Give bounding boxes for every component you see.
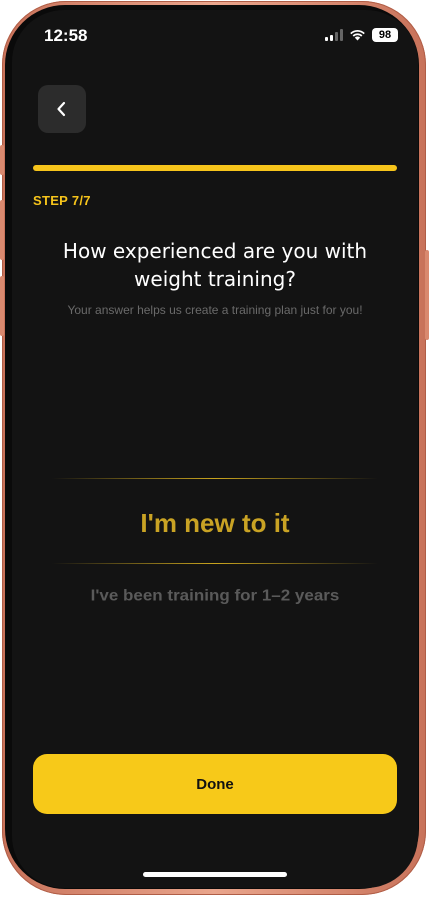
battery-icon: 98: [372, 28, 398, 42]
home-indicator: [143, 872, 287, 877]
wifi-icon: [350, 30, 365, 41]
experience-picker[interactable]: I'm new to it I've been training for 1–2…: [52, 478, 378, 628]
action-button: [0, 145, 4, 175]
picker-selected-option[interactable]: I'm new to it: [52, 508, 378, 539]
status-time: 12:58: [44, 26, 88, 45]
step-label: STEP 7/7: [33, 193, 91, 208]
question-subtitle: Your answer helps us create a training p…: [67, 303, 363, 317]
progress-fill: [33, 165, 397, 171]
done-button[interactable]: Done: [33, 754, 397, 814]
signal-icon: [325, 29, 343, 41]
chevron-left-icon: [57, 101, 66, 117]
status-icons: 98: [325, 28, 398, 42]
power-button: [425, 250, 429, 340]
question-title: How experienced are you with weight trai…: [62, 239, 368, 291]
volume-down-button: [0, 276, 4, 336]
progress-bar: [33, 165, 397, 171]
screen: 12:58 98 STEP 7/7 How experienced are yo…: [12, 10, 418, 888]
picker-option[interactable]: I've been training for 1–2 years: [72, 587, 358, 604]
back-button[interactable]: [38, 85, 86, 133]
picker-bottom-line: [52, 563, 378, 564]
picker-top-line: [52, 478, 378, 479]
volume-up-button: [0, 200, 4, 260]
